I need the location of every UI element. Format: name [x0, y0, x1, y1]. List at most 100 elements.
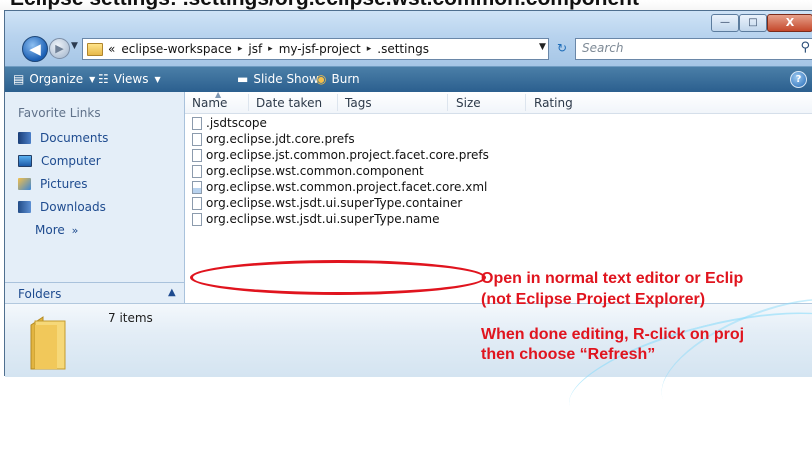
annotation-line-4: then choose “Refresh”: [481, 346, 656, 363]
file-icon: [192, 164, 202, 178]
views-label: Views: [113, 72, 149, 86]
file-icon: [192, 196, 202, 210]
slide-title: Eclipse settings: .settings/org.eclipse.…: [10, 0, 639, 10]
history-dropdown-icon[interactable]: ▼: [71, 41, 78, 51]
favorite-links-header: Favorite Links: [18, 106, 101, 120]
item-count: 7 items: [108, 311, 153, 325]
file-name: org.eclipse.jst.common.project.facet.cor…: [206, 148, 489, 162]
favorite-pictures[interactable]: Pictures: [18, 177, 88, 191]
file-row[interactable]: org.eclipse.wst.jsdt.ui.superType.name: [192, 211, 439, 227]
file-row[interactable]: org.eclipse.wst.common.component: [192, 163, 424, 179]
help-icon[interactable]: ?: [790, 71, 807, 88]
file-icon: [192, 132, 202, 146]
views-icon: ☷: [98, 72, 109, 86]
file-row[interactable]: org.eclipse.wst.common.project.facet.cor…: [192, 179, 487, 195]
column-header-row: Name ▲ Date taken Tags Size Rating: [185, 90, 812, 114]
command-toolbar: ▤ Organize ▼ ☷ Views ▼ ▬ Slide Show ◉ Bu…: [5, 66, 812, 92]
window-chrome: — □ X ◀ ▶ ▼ « eclipse-workspace ▸ jsf ▸ …: [5, 11, 812, 66]
folders-toggle[interactable]: Folders ▲: [5, 282, 185, 304]
minimize-button[interactable]: —: [711, 14, 739, 32]
column-divider[interactable]: [248, 94, 249, 111]
sort-ascending-icon: ▲: [215, 90, 222, 99]
file-icon: [192, 148, 202, 162]
file-name: org.eclipse.wst.jsdt.ui.superType.contai…: [206, 196, 463, 210]
chevron-up-icon: ▲: [168, 287, 176, 298]
favorite-downloads[interactable]: Downloads: [18, 200, 106, 214]
file-icon: [192, 212, 202, 226]
chevron-down-icon: ▼: [154, 74, 161, 84]
column-divider[interactable]: [447, 94, 448, 111]
file-icon: [192, 116, 202, 130]
file-row[interactable]: .jsdtscope: [192, 115, 267, 131]
documents-icon: [18, 132, 31, 144]
folder-icon: [30, 316, 66, 370]
column-header-date-taken[interactable]: Date taken: [256, 96, 322, 110]
column-header-name[interactable]: Name: [192, 96, 227, 110]
organize-label: Organize: [29, 72, 84, 86]
breadcrumb-separator-icon[interactable]: ▸: [238, 44, 243, 54]
file-name: org.eclipse.jdt.core.prefs: [206, 132, 355, 146]
annotation-line-3: When done editing, R-click on proj: [481, 326, 745, 343]
downloads-icon: [18, 201, 31, 213]
file-name: org.eclipse.wst.common.project.facet.cor…: [206, 180, 488, 194]
close-button[interactable]: X: [767, 14, 812, 32]
breadcrumb-separator-icon[interactable]: ▸: [367, 44, 372, 54]
burn-button[interactable]: ◉ Burn: [316, 72, 360, 86]
chevron-down-icon: ▼: [89, 74, 96, 84]
breadcrumb-my-jsf-project[interactable]: my-jsf-project: [279, 42, 361, 56]
pictures-icon: [18, 178, 31, 190]
column-header-rating[interactable]: Rating: [534, 96, 573, 110]
favorite-label: Downloads: [40, 200, 106, 214]
navigation-pane: Favorite Links Documents Computer Pictur…: [5, 92, 185, 282]
column-header-size[interactable]: Size: [456, 96, 481, 110]
folder-icon: [87, 42, 103, 56]
breadcrumb-settings[interactable]: .settings: [377, 42, 429, 56]
column-header-tags[interactable]: Tags: [345, 96, 372, 110]
explorer-window: — □ X ◀ ▶ ▼ « eclipse-workspace ▸ jsf ▸ …: [4, 10, 812, 451]
double-chevron-right-icon: »: [71, 224, 79, 237]
refresh-icon[interactable]: ↻: [553, 38, 571, 58]
breadcrumb-eclipse-workspace[interactable]: eclipse-workspace: [121, 42, 231, 56]
computer-icon: [18, 155, 32, 167]
favorite-label: Computer: [41, 154, 101, 168]
address-overflow-chevron[interactable]: «: [108, 42, 115, 56]
address-dropdown-icon[interactable]: ▼: [539, 42, 546, 52]
folders-label: Folders: [18, 287, 62, 301]
file-name: org.eclipse.wst.jsdt.ui.superType.name: [206, 212, 440, 226]
slideshow-icon: ▬: [237, 72, 249, 86]
column-divider[interactable]: [337, 94, 338, 111]
views-button[interactable]: ☷ Views ▼: [98, 72, 161, 86]
slide-title-band: Eclipse settings: .settings/org.eclipse.…: [0, 0, 812, 10]
xml-file-icon: [192, 180, 202, 194]
organize-icon: ▤: [13, 72, 25, 86]
file-name: org.eclipse.wst.common.component: [206, 164, 424, 178]
annotation-line-2: (not Eclipse Project Explorer): [481, 291, 706, 308]
burn-label: Burn: [331, 72, 360, 86]
favorite-documents[interactable]: Documents: [18, 131, 108, 145]
disc-icon: ◉: [316, 72, 327, 86]
search-placeholder: Search: [582, 41, 624, 55]
slideshow-button[interactable]: ▬ Slide Show: [237, 72, 319, 86]
more-label: More: [35, 223, 65, 237]
more-links-button[interactable]: More »: [35, 223, 78, 237]
favorite-label: Documents: [40, 131, 109, 145]
breadcrumb-jsf[interactable]: jsf: [248, 42, 262, 56]
highlight-ellipse: [190, 260, 486, 295]
file-row[interactable]: org.eclipse.jst.common.project.facet.cor…: [192, 147, 489, 163]
file-row[interactable]: org.eclipse.wst.jsdt.ui.superType.contai…: [192, 195, 462, 211]
address-bar[interactable]: « eclipse-workspace ▸ jsf ▸ my-jsf-proje…: [82, 38, 549, 60]
breadcrumb-separator-icon[interactable]: ▸: [268, 44, 273, 54]
file-row[interactable]: org.eclipse.jdt.core.prefs: [192, 131, 355, 147]
search-input[interactable]: Search ⚲: [575, 38, 812, 60]
forward-arrow-icon[interactable]: ▶: [49, 38, 70, 59]
back-arrow-icon[interactable]: ◀: [22, 36, 48, 62]
search-icon[interactable]: ⚲: [800, 40, 810, 55]
favorite-label: Pictures: [40, 177, 88, 191]
column-divider[interactable]: [525, 94, 526, 111]
annotation-line-1: Open in normal text editor or Eclip: [481, 270, 744, 287]
slideshow-label: Slide Show: [253, 72, 319, 86]
maximize-button[interactable]: □: [739, 14, 767, 32]
favorite-computer[interactable]: Computer: [18, 154, 101, 168]
organize-button[interactable]: ▤ Organize ▼: [13, 72, 95, 86]
file-name: .jsdtscope: [206, 116, 267, 130]
